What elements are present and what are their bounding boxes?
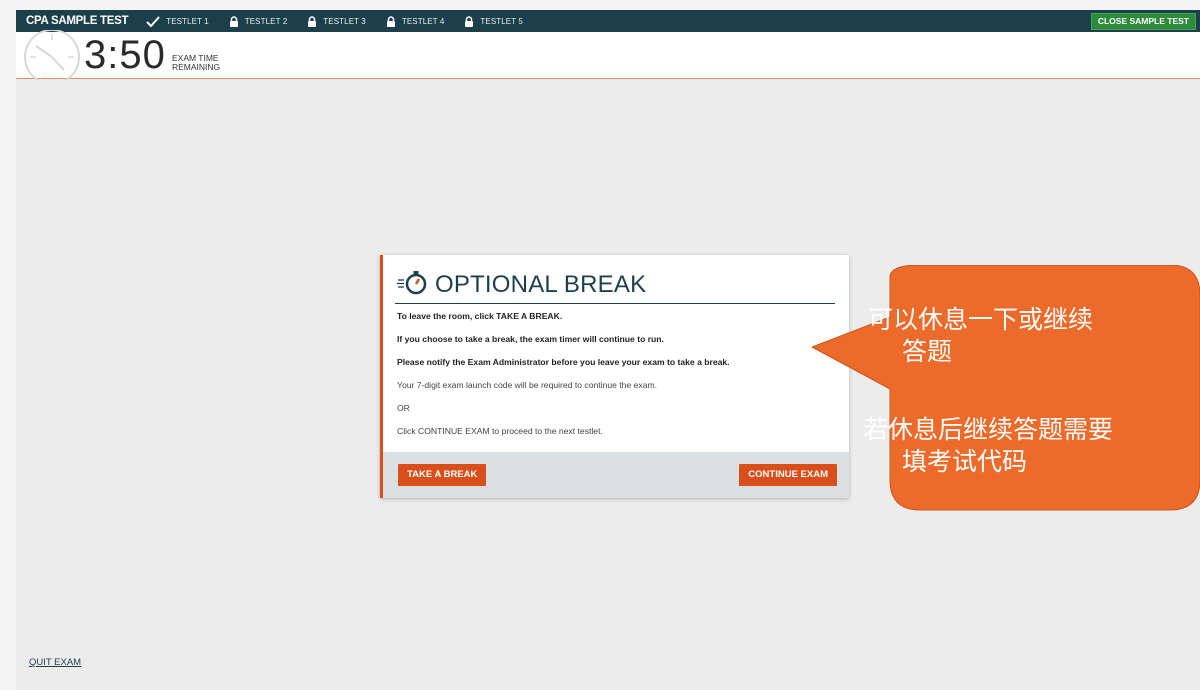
dialog-footer: TAKE A BREAK CONTINUE EXAM bbox=[383, 452, 849, 498]
dialog-body: To leave the room, click TAKE A BREAK. I… bbox=[397, 311, 837, 449]
timer-label-line2: REMAINING bbox=[172, 62, 221, 72]
dialog-header: OPTIONAL BREAK bbox=[397, 269, 646, 300]
time-remaining-label: EXAM TIME REMAINING bbox=[172, 54, 220, 72]
callout-line: 填考试代码 bbox=[902, 447, 1028, 476]
exam-frame: CPA SAMPLE TEST TESTLET 1 TESTLET 2 TEST… bbox=[16, 10, 1200, 690]
tab-label: TESTLET 3 bbox=[323, 16, 366, 26]
instruction-line: Your 7-digit exam launch code will be re… bbox=[397, 380, 658, 390]
tab-label: TESTLET 1 bbox=[166, 16, 209, 26]
tab-testlet-5[interactable]: TESTLET 5 bbox=[464, 15, 523, 27]
instruction-line: OR bbox=[397, 403, 410, 413]
annotation-callout: 可以休息一下或继续 答题 若休息后继续答题需要 填考试代码 bbox=[812, 265, 1200, 520]
optional-break-dialog: OPTIONAL BREAK To leave the room, click … bbox=[380, 255, 849, 498]
callout-line: 可以休息一下或继续 bbox=[868, 305, 1094, 334]
time-remaining-value: 3:50 bbox=[84, 33, 166, 77]
checkmark-icon bbox=[146, 15, 160, 27]
callout-bubble bbox=[812, 265, 1200, 511]
tab-label: TESTLET 4 bbox=[401, 16, 445, 26]
app-title: CPA SAMPLE TEST bbox=[26, 15, 129, 27]
tab-label: TESTLET 5 bbox=[480, 16, 523, 26]
lock-icon bbox=[307, 15, 317, 27]
tab-testlet-1[interactable]: TESTLET 1 bbox=[146, 15, 209, 27]
instruction-line: Please notify the Exam Administrator bef… bbox=[397, 357, 730, 367]
callout-line: 若休息后继续答题需要 bbox=[863, 415, 1114, 444]
tab-testlet-4[interactable]: TESTLET 4 bbox=[386, 15, 445, 27]
lock-icon bbox=[464, 15, 474, 27]
lock-icon bbox=[229, 15, 239, 27]
exam-timer-bar: 3:50 EXAM TIME REMAINING bbox=[16, 29, 1200, 85]
top-nav-bar: CPA SAMPLE TEST TESTLET 1 TESTLET 2 TEST… bbox=[16, 10, 1200, 32]
testlet-tabs: TESTLET 1 TESTLET 2 TESTLET 3 TESTLET 4 bbox=[146, 15, 543, 27]
take-a-break-button[interactable]: TAKE A BREAK bbox=[398, 464, 487, 486]
dialog-title: OPTIONAL BREAK bbox=[435, 270, 647, 298]
clock-icon bbox=[22, 29, 82, 85]
tab-label: TESTLET 2 bbox=[244, 16, 288, 26]
instruction-line: Click CONTINUE EXAM to proceed to the ne… bbox=[397, 426, 603, 436]
lock-icon bbox=[386, 15, 396, 27]
tab-testlet-3[interactable]: TESTLET 3 bbox=[307, 15, 366, 27]
callout-line: 答题 bbox=[902, 337, 953, 366]
close-sample-test-button[interactable]: CLOSE SAMPLE TEST bbox=[1090, 13, 1196, 30]
tab-testlet-2[interactable]: TESTLET 2 bbox=[229, 15, 288, 27]
instruction-line: If you choose to take a break, the exam … bbox=[397, 334, 664, 344]
stopwatch-icon bbox=[397, 269, 429, 300]
quit-exam-link[interactable]: QUIT EXAM bbox=[29, 657, 81, 668]
divider bbox=[395, 303, 835, 304]
instruction-line: To leave the room, click TAKE A BREAK. bbox=[397, 311, 563, 321]
